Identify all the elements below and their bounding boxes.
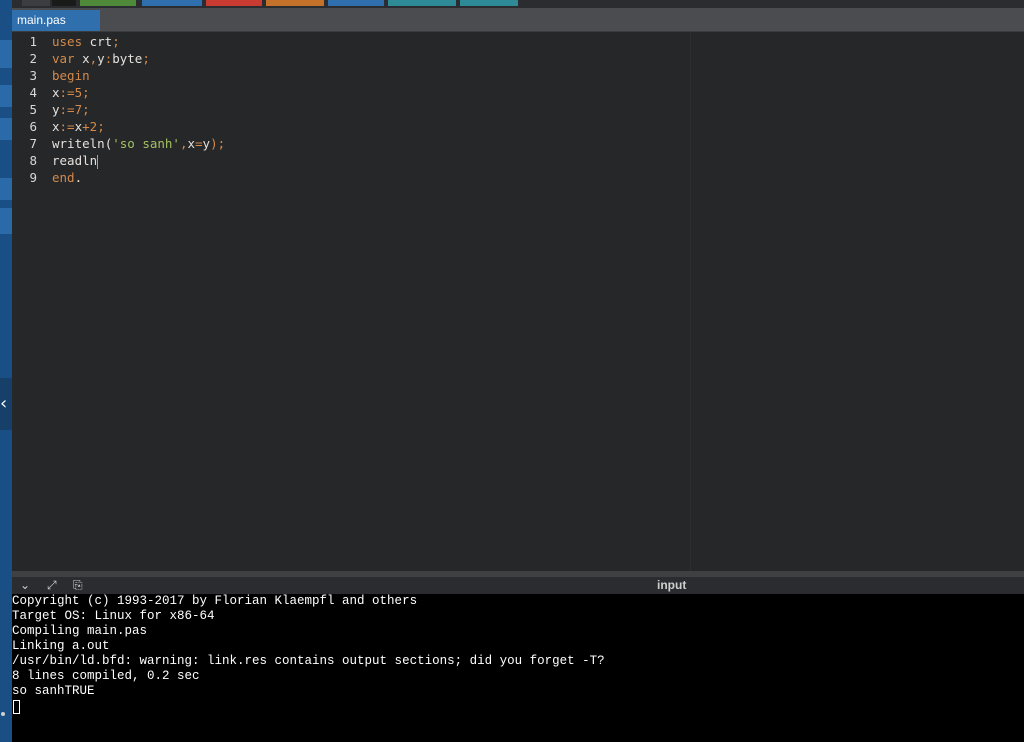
code-token: := — [59, 85, 75, 100]
code-text[interactable]: x:=5; — [52, 84, 90, 101]
share-button[interactable] — [266, 0, 324, 6]
code-token: := — [59, 102, 75, 117]
sidebar-segment[interactable] — [0, 208, 12, 234]
clipboard-icon[interactable]: ⎘ — [73, 577, 83, 594]
code-line[interactable]: 7 writeln('so sanh',x=y); — [12, 135, 1024, 152]
line-number: 9 — [29, 170, 37, 185]
code-token: y — [97, 51, 105, 66]
code-token: ; — [112, 34, 120, 49]
code-token: 'so sanh' — [112, 136, 180, 151]
code-line[interactable]: 3 begin — [12, 67, 1024, 84]
sidebar-segment[interactable] — [0, 85, 12, 107]
code-text[interactable]: y:=7; — [52, 101, 90, 118]
code-line[interactable]: 4 x:=5; — [12, 84, 1024, 101]
chevron-down-icon[interactable]: ⌄ — [20, 577, 30, 594]
save-button[interactable] — [328, 0, 384, 6]
line-number: 5 — [29, 102, 37, 117]
code-token: ; — [82, 85, 90, 100]
code-text[interactable]: readln — [52, 152, 99, 169]
code-text[interactable]: var x,y:byte; — [52, 50, 150, 67]
console-line: /usr/bin/ld.bfd: warning: link.res conta… — [12, 654, 605, 668]
code-token: ; — [82, 102, 90, 117]
code-line[interactable]: 8 readln — [12, 152, 1024, 169]
line-number: 8 — [29, 153, 37, 168]
console-line: so sanhTRUE — [12, 684, 95, 698]
code-token: readln — [52, 153, 98, 168]
code-token: 7 — [74, 102, 83, 117]
code-token: x — [74, 51, 90, 66]
toolbar-button[interactable] — [22, 0, 50, 6]
code-token: ; — [142, 51, 150, 66]
code-line[interactable]: 1 uses crt; — [12, 33, 1024, 50]
console-line: Copyright (c) 1993-2017 by Florian Klaem… — [12, 594, 418, 608]
code-token: crt — [82, 34, 113, 49]
left-sidebar-strip: ‹ — [0, 0, 12, 742]
text-cursor — [97, 154, 99, 169]
code-token: end — [52, 170, 75, 185]
code-token: y — [52, 102, 60, 117]
code-token: x — [52, 85, 60, 100]
code-token: x — [74, 119, 83, 134]
code-token: 5 — [74, 85, 83, 100]
code-token: y — [202, 136, 211, 151]
top-toolbar — [12, 0, 1024, 8]
sidebar-segment[interactable] — [0, 40, 12, 68]
beautify-button[interactable] — [388, 0, 456, 6]
console-line: Compiling main.pas — [12, 624, 148, 638]
line-number: 3 — [29, 68, 37, 83]
line-number: 1 — [29, 34, 37, 49]
code-token: x — [187, 136, 196, 151]
code-text[interactable]: uses crt; — [52, 33, 120, 50]
code-token: + — [82, 119, 90, 134]
code-token: . — [74, 170, 83, 185]
code-token: = — [195, 136, 203, 151]
code-token: uses — [52, 34, 83, 49]
debug-button[interactable] — [142, 0, 202, 6]
console-cursor — [13, 700, 20, 714]
output-console[interactable]: Copyright (c) 1993-2017 by Florian Klaem… — [12, 594, 1024, 742]
collapse-sidebar-icon[interactable]: ‹ — [0, 378, 12, 430]
sidebar-segment[interactable] — [0, 178, 12, 200]
code-line[interactable]: 9 end. — [12, 169, 1024, 186]
sidebar-segment[interactable] — [0, 118, 12, 140]
line-number: 7 — [29, 136, 37, 151]
code-token: var — [52, 51, 75, 66]
input-label[interactable]: input — [657, 577, 686, 594]
download-button[interactable] — [460, 0, 518, 6]
code-token: begin — [52, 68, 90, 83]
stop-button[interactable] — [206, 0, 262, 6]
output-header: ⌄ ⤢ ⎘ input — [12, 577, 1024, 594]
code-text[interactable]: writeln('so sanh',x=y); — [52, 135, 225, 152]
code-line[interactable]: 5 y:=7; — [12, 101, 1024, 118]
code-editor[interactable]: 1 uses crt; 2 var x,y:byte; 3 begin 4 x:=5; 5 y:=… — [12, 32, 1024, 571]
expand-icon[interactable]: ⤢ — [47, 577, 57, 594]
code-text[interactable]: end. — [52, 169, 82, 186]
toolbar-button[interactable] — [52, 0, 76, 6]
line-number: 2 — [29, 51, 37, 66]
code-token: := — [59, 119, 75, 134]
tab-main-pas[interactable]: main.pas — [12, 10, 100, 31]
console-line: 8 lines compiled, 0.2 sec — [12, 669, 200, 683]
code-token: byte — [112, 51, 143, 66]
code-token: ; — [97, 119, 105, 134]
code-line[interactable]: 6 x:=x+2; — [12, 118, 1024, 135]
file-tab-bar: main.pas — [12, 8, 1024, 32]
line-number: 6 — [29, 119, 37, 134]
line-number: 4 — [29, 85, 37, 100]
code-text[interactable]: begin — [52, 67, 90, 84]
run-button[interactable] — [80, 0, 136, 6]
code-text[interactable]: x:=x+2; — [52, 118, 105, 135]
console-line: Linking a.out — [12, 639, 110, 653]
code-token: ); — [210, 136, 226, 151]
console-line: Target OS: Linux for x86-64 — [12, 609, 215, 623]
code-token: writeln — [52, 136, 105, 151]
code-token: x — [52, 119, 60, 134]
dot-icon — [1, 712, 5, 716]
code-line[interactable]: 2 var x,y:byte; — [12, 50, 1024, 67]
